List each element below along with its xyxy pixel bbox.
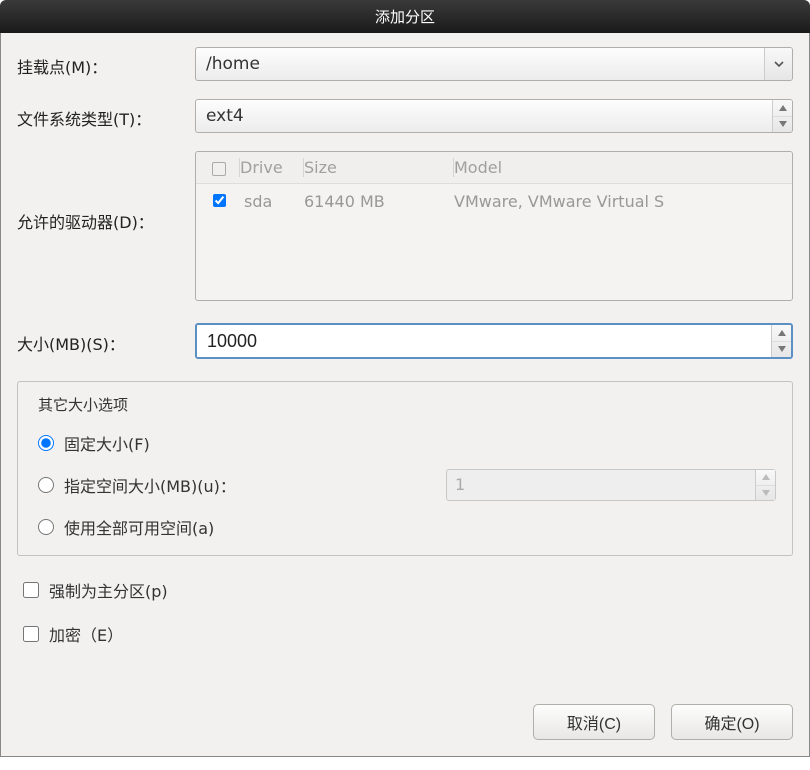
- size-input[interactable]: [197, 325, 771, 357]
- drive-row[interactable]: sda 61440 MB VMware, VMware Virtual S: [196, 184, 792, 219]
- chevron-up-icon: [779, 105, 787, 111]
- drives-label: 允许的驱动器(D)：: [17, 151, 195, 233]
- encrypt-label: 加密（E）: [49, 622, 123, 646]
- radio-fixed[interactable]: [38, 435, 54, 451]
- fs-type-down[interactable]: [773, 117, 792, 133]
- size-up[interactable]: [772, 325, 791, 342]
- primary-label: 强制为主分区(p): [49, 578, 168, 602]
- chevron-down-icon: [773, 58, 785, 70]
- radio-fillup-label: 指定空间大小(MB)(u)：: [64, 473, 446, 497]
- fillup-spinner: 1: [446, 469, 776, 501]
- mount-point-row: 挂载点(M)： /home: [17, 47, 793, 81]
- fs-type-value: ext4: [196, 100, 772, 132]
- drives-header-size[interactable]: Size: [304, 158, 454, 177]
- fillup-value: 1: [447, 470, 755, 500]
- size-options-legend: 其它大小选项: [34, 394, 132, 415]
- mount-point-dropdown-button[interactable]: [764, 48, 792, 80]
- cancel-button[interactable]: 取消(C): [533, 704, 655, 740]
- radio-allspace-row[interactable]: 使用全部可用空间(a): [38, 515, 776, 539]
- button-row: 取消(C) 确定(O): [17, 698, 793, 740]
- drives-row: 允许的驱动器(D)： Drive Size Model sda 61440 MB…: [17, 151, 793, 301]
- checkbox-header-icon: [212, 162, 226, 176]
- chevron-up-icon: [762, 474, 770, 480]
- fs-type-label: 文件系统类型(T)：: [17, 102, 195, 130]
- encrypt-checkbox-row[interactable]: 加密（E）: [23, 622, 793, 646]
- radio-fillup[interactable]: [38, 477, 54, 493]
- dialog-title: 添加分区: [375, 8, 435, 26]
- drives-table: Drive Size Model sda 61440 MB VMware, VM…: [195, 151, 793, 301]
- fillup-up: [756, 470, 775, 486]
- chevron-up-icon: [778, 330, 786, 336]
- fs-type-spinner[interactable]: [772, 100, 792, 132]
- size-spinner[interactable]: [771, 325, 791, 357]
- size-label: 大小(MB)(S)：: [17, 327, 195, 355]
- size-options-fieldset: 其它大小选项 固定大小(F) 指定空间大小(MB)(u)： 1 使用全部可用空间…: [17, 381, 793, 556]
- fs-type-row: 文件系统类型(T)： ext4: [17, 99, 793, 133]
- drive-checkbox[interactable]: [213, 194, 226, 207]
- drive-name: sda: [240, 192, 304, 211]
- fs-type-up[interactable]: [773, 100, 792, 117]
- chevron-down-icon: [778, 346, 786, 352]
- chevron-down-icon: [779, 121, 787, 127]
- drives-header-drive[interactable]: Drive: [240, 158, 304, 177]
- encrypt-checkbox[interactable]: [23, 626, 39, 642]
- mount-point-label: 挂载点(M)：: [17, 50, 195, 78]
- drives-header-model[interactable]: Model: [454, 158, 784, 177]
- drive-model: VMware, VMware Virtual S: [454, 192, 784, 211]
- size-row: 大小(MB)(S)：: [17, 323, 793, 359]
- drives-header: Drive Size Model: [196, 152, 792, 184]
- mount-point-value: /home: [196, 48, 764, 80]
- mount-point-combo[interactable]: /home: [195, 47, 793, 81]
- radio-fixed-row[interactable]: 固定大小(F): [38, 431, 776, 455]
- fs-type-combo[interactable]: ext4: [195, 99, 793, 133]
- size-down[interactable]: [772, 342, 791, 358]
- drive-checkbox-cell: [204, 192, 240, 211]
- radio-allspace-label: 使用全部可用空间(a): [64, 515, 214, 539]
- primary-checkbox-row[interactable]: 强制为主分区(p): [23, 578, 793, 602]
- radio-fixed-label: 固定大小(F): [64, 431, 150, 455]
- primary-checkbox[interactable]: [23, 582, 39, 598]
- radio-allspace[interactable]: [38, 519, 54, 535]
- dialog-body: 挂载点(M)： /home 文件系统类型(T)： ext4 允许的驱动器(D): [0, 33, 810, 757]
- size-input-wrap: [195, 323, 793, 359]
- drive-size: 61440 MB: [304, 192, 454, 211]
- ok-button[interactable]: 确定(O): [671, 704, 793, 740]
- radio-fillup-row[interactable]: 指定空间大小(MB)(u)： 1: [38, 469, 776, 501]
- fillup-down: [756, 486, 775, 501]
- drives-header-check: [204, 158, 240, 177]
- dialog-title-bar: 添加分区: [0, 0, 810, 33]
- fillup-stepper: [755, 470, 775, 500]
- chevron-down-icon: [762, 490, 770, 496]
